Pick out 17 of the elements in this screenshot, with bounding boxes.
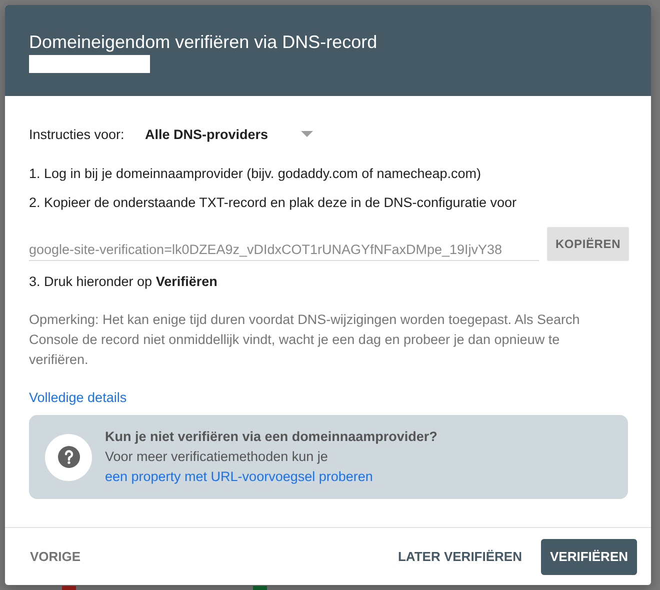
step-text: 2. Kopieer de onderstaande TXT-record en plak deze in de DNS-configuratie voor bbox=[29, 195, 518, 211]
step-text: 1. Log in bij je domeinnaamprovider (bijv. godaddy.com of namecheap.com) bbox=[29, 166, 482, 182]
verify-button[interactable]: VERIFIËREN bbox=[540, 538, 637, 574]
caret-icon bbox=[301, 131, 313, 137]
dialog-title: Domeineigendom verifiëren via DNS-record bbox=[29, 31, 378, 53]
later-button[interactable]: LATER VERIFIËREN bbox=[388, 538, 531, 574]
step-text: 3. Druk hieronder op Verifiëren bbox=[29, 274, 218, 290]
details-link[interactable]: Volledige details bbox=[29, 390, 127, 405]
provider-dropdown[interactable]: Alle DNS-providers bbox=[145, 126, 313, 142]
note-text: Opmerking: Het kan enige tijd duren voordat DNS-wijzigingen worden toegepast. Als Search Console de record niet onmiddellijk vindt, wacht je een dag en probeer je dan opnieuw te verifiëren. bbox=[29, 311, 581, 369]
info-text: Voor meer verificatiemethoden kun je bbox=[105, 448, 329, 466]
back-button[interactable]: VORIGE bbox=[21, 538, 90, 574]
info-title: Kun je niet verifiëren via een domeinnaamprovider? bbox=[105, 428, 438, 446]
instructions-label: Instructies voor: bbox=[29, 126, 126, 142]
url-prefix-link[interactable]: een property met URL-voorvoegsel proberen bbox=[105, 469, 373, 484]
copy-button[interactable]: KOPIËREN bbox=[547, 227, 629, 261]
help-icon bbox=[45, 434, 92, 480]
